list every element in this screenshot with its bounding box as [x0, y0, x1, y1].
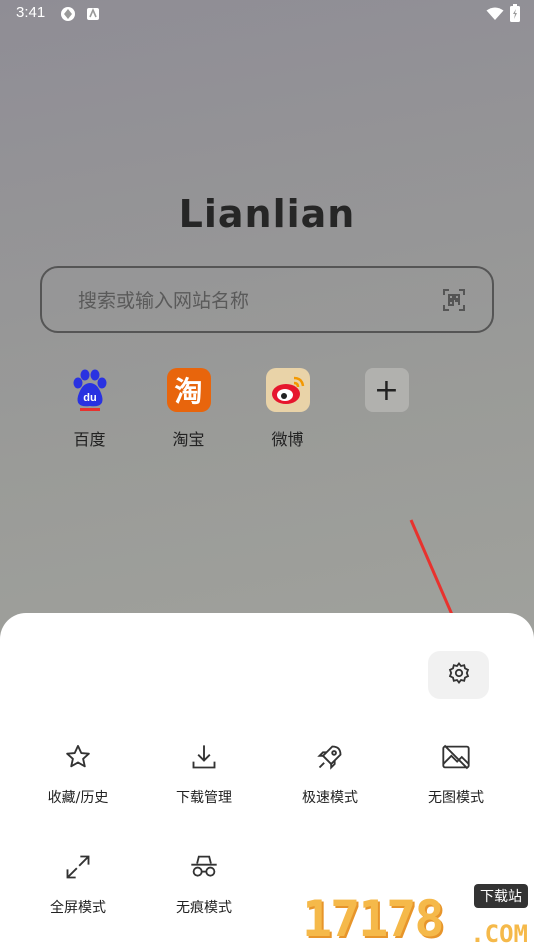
shortcut-grid: du 百度 淘 淘宝 微博 +: [40, 368, 436, 450]
watermark-badge: 下载站: [474, 884, 528, 908]
menu-label: 极速模式: [302, 790, 358, 806]
shortcut-label: 微博: [271, 430, 304, 449]
watermark: 17178 下载站 .COM: [302, 882, 530, 950]
weibo-icon: [265, 368, 310, 412]
status-bar: 3:41: [0, 0, 534, 28]
battery-icon: [510, 4, 520, 26]
menu-label: 无图模式: [428, 790, 484, 806]
menu-label: 下载管理: [176, 790, 232, 806]
menu-label: 无痕模式: [176, 900, 232, 916]
baidu-icon: du: [68, 368, 112, 412]
wifi-icon: [486, 6, 504, 25]
watermark-digits: 17178: [302, 890, 445, 948]
menu-download-manager[interactable]: 下载管理: [141, 741, 267, 807]
no-image-icon: [440, 741, 472, 773]
watermark-domain: .COM: [470, 920, 528, 948]
taobao-logo-glyph: 淘: [174, 375, 203, 408]
fullscreen-icon: [62, 851, 94, 883]
gear-icon: [447, 661, 471, 689]
shortcut-weibo[interactable]: 微博: [238, 368, 337, 450]
shortcut-label: 百度: [73, 430, 106, 449]
menu-label: 全屏模式: [50, 900, 106, 916]
menu-fullscreen-mode[interactable]: 全屏模式: [15, 851, 141, 917]
menu-incognito-mode[interactable]: 无痕模式: [141, 851, 267, 917]
add-shortcut-button[interactable]: +: [337, 368, 436, 450]
notification-icon: [86, 6, 100, 25]
plus-icon: +: [364, 368, 409, 412]
app-notification-icon: [60, 6, 76, 26]
menu-speed-mode[interactable]: 极速模式: [267, 741, 393, 807]
status-time: 3:41: [16, 4, 46, 21]
incognito-icon: [188, 851, 220, 883]
search-placeholder: 搜索或输入网站名称: [78, 290, 250, 312]
shortcut-label: 淘宝: [172, 430, 205, 449]
scan-qr-icon[interactable]: [442, 288, 466, 316]
star-icon: [62, 741, 94, 773]
taobao-icon: 淘: [166, 368, 211, 412]
rocket-icon: [314, 741, 346, 773]
app-logo: Lianlian: [178, 192, 356, 236]
menu-bookmarks-history[interactable]: 收藏/历史: [15, 741, 141, 807]
svg-text:du: du: [83, 392, 96, 404]
shortcut-taobao[interactable]: 淘 淘宝: [139, 368, 238, 450]
menu-label: 收藏/历史: [47, 790, 109, 806]
settings-button[interactable]: [428, 651, 489, 699]
menu-no-image-mode[interactable]: 无图模式: [393, 741, 519, 807]
download-icon: [188, 741, 220, 773]
search-input[interactable]: 搜索或输入网站名称: [40, 266, 494, 333]
shortcut-baidu[interactable]: du 百度: [40, 368, 139, 450]
